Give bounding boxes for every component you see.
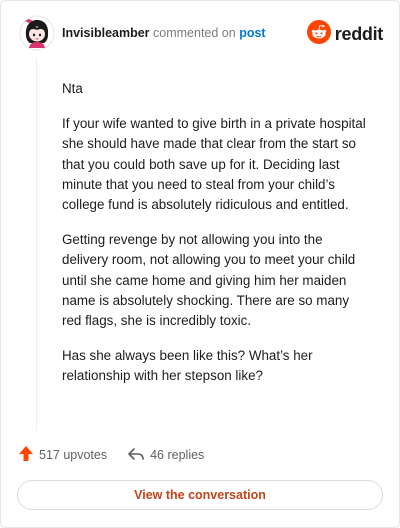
comment-paragraph: If your wife wanted to give birth in a p… <box>62 116 366 213</box>
comment-paragraph: Nta <box>62 81 83 96</box>
post-link[interactable]: post <box>239 26 265 40</box>
username[interactable]: Invisibleamber <box>62 26 150 40</box>
comment-body: Nta If your wife wanted to give birth in… <box>62 79 370 402</box>
reply-arrow-icon <box>127 446 150 465</box>
user-avatar[interactable] <box>19 15 55 51</box>
view-conversation-button[interactable]: View the conversation <box>17 480 383 510</box>
comment-card: Invisibleamber commented on post reddit <box>0 0 400 528</box>
comment-actions: 517 upvotes 46 replies <box>18 445 204 465</box>
thread-line <box>36 59 37 431</box>
replies-action[interactable]: 46 replies <box>127 446 204 465</box>
reply-count: 46 replies <box>150 448 205 462</box>
comment-paragraph: Has she always been like this? What’s he… <box>62 348 313 384</box>
reddit-snoo-icon <box>306 19 331 49</box>
header-text: Invisibleamber commented on post <box>62 26 266 40</box>
upvote-arrow-icon[interactable] <box>18 445 39 465</box>
reddit-wordmark: reddit <box>334 23 384 44</box>
comment-paragraph: Getting revenge by not allowing you into… <box>62 232 356 329</box>
commented-on-label: commented on <box>153 26 236 40</box>
comment-header: Invisibleamber commented on post reddit <box>17 15 383 55</box>
reddit-logo[interactable]: reddit <box>306 19 384 49</box>
upvote-count: 517 upvotes <box>39 448 108 462</box>
upvote-action[interactable]: 517 upvotes <box>18 445 107 465</box>
